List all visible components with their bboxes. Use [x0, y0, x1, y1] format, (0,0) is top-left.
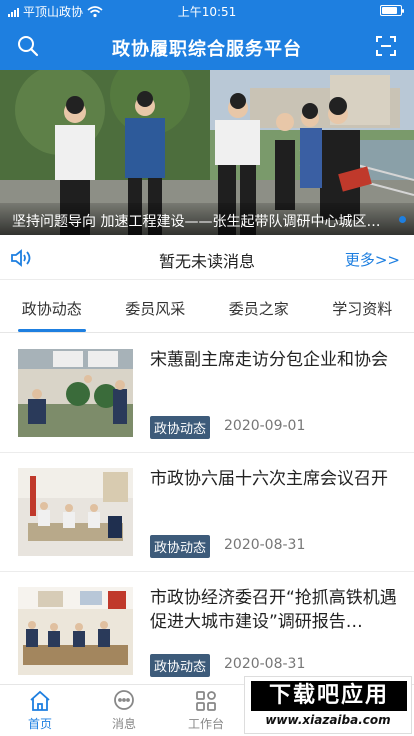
news-tag: 政协动态: [150, 416, 211, 439]
nav-workbench-label: 工作台: [187, 717, 224, 731]
message-icon: [114, 690, 134, 710]
news-thumbnail: [18, 468, 133, 556]
list-item[interactable]: 市政协六届十六次主席会议召开 政协动态 2020-08-31: [0, 453, 414, 572]
nav-home-label: 首页: [27, 717, 52, 731]
nav-messages-label: 消息: [111, 717, 136, 731]
notice-bar: 暂无未读消息 更多>>: [0, 236, 414, 280]
workbench-icon: [196, 691, 216, 711]
status-time: 上午10:51: [177, 5, 237, 19]
carousel-indicator[interactable]: [399, 216, 406, 223]
status-bar: 平顶山政协 上午10:51: [0, 0, 414, 22]
news-tag: 政协动态: [150, 654, 211, 677]
news-tag: 政协动态: [150, 535, 211, 558]
tab-zhengxie-dongtai[interactable]: 政协动态: [0, 283, 104, 332]
watermark-url: www.xiazaiba.com: [265, 713, 391, 727]
home-icon: [30, 690, 50, 711]
app-header: 政协履职综合服务平台: [0, 22, 414, 70]
battery-level: [382, 7, 398, 14]
more-link[interactable]: 更多>>: [345, 249, 400, 270]
scan-icon[interactable]: [374, 34, 398, 58]
news-list: 宋蕙副主席走访分包企业和协会 政协动态 2020-09-01 市政协六届十六次主…: [0, 334, 414, 691]
news-title: 市政协六届十六次主席会议召开: [150, 469, 388, 489]
search-icon[interactable]: [16, 34, 40, 58]
list-item[interactable]: 宋蕙副主席走访分包企业和协会 政协动态 2020-09-01: [0, 334, 414, 453]
category-tabs: 政协动态 委员风采 委员之家 学习资料: [0, 283, 414, 333]
tab-xuexi-ziliao[interactable]: 学习资料: [311, 283, 414, 332]
news-title: 市政协经济委召开“抢抓高铁机遇 促进大城市建设”调研报告…: [150, 588, 397, 632]
battery-icon: [380, 5, 404, 16]
page-title: 政协履职综合服务平台: [112, 39, 302, 60]
nav-home[interactable]: 首页: [0, 689, 80, 732]
nav-messages[interactable]: 消息: [84, 689, 164, 732]
nav-workbench[interactable]: 工作台: [166, 689, 246, 732]
list-item[interactable]: 市政协经济委召开“抢抓高铁机遇 促进大城市建设”调研报告… 政协动态 2020-…: [0, 572, 414, 691]
news-title: 宋蕙副主席走访分包企业和协会: [150, 350, 388, 370]
tab-weiyuan-fengcai[interactable]: 委员风采: [104, 283, 208, 332]
watermark-text: 下载吧应用: [251, 681, 407, 711]
banner-carousel[interactable]: 坚持问题导向 加速工程建设——张生起带队调研中心城区…: [0, 70, 414, 235]
news-date: 2020-09-01: [224, 418, 306, 434]
banner-caption: 坚持问题导向 加速工程建设——张生起带队调研中心城区…: [0, 203, 414, 235]
watermark: 下载吧应用 www.xiazaiba.com: [244, 676, 412, 734]
news-thumbnail: [18, 349, 133, 437]
news-date: 2020-08-31: [224, 656, 306, 672]
news-date: 2020-08-31: [224, 537, 306, 553]
news-thumbnail: [18, 587, 133, 675]
tab-weiyuan-zhijia[interactable]: 委员之家: [207, 283, 311, 332]
